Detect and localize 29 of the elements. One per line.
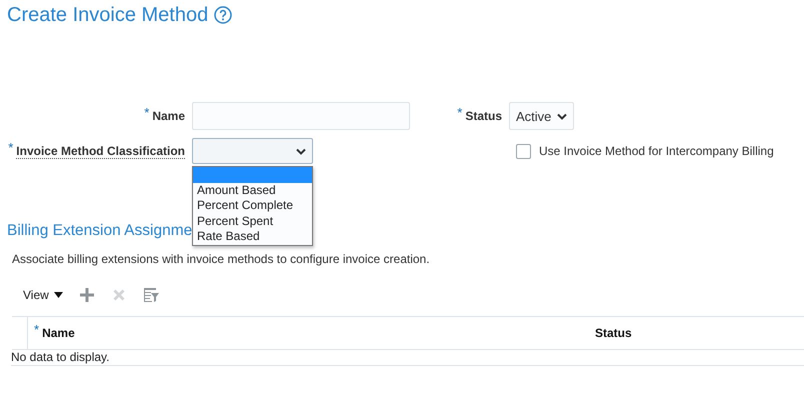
chevron-icon: [557, 112, 567, 120]
field-label: Status: [465, 108, 502, 124]
dropdown-option[interactable]: Percent Spent: [193, 214, 312, 229]
empty-message: No data to display.: [11, 350, 110, 364]
view-menu[interactable]: View: [23, 288, 63, 302]
checkbox[interactable]: [516, 144, 531, 158]
field-label: Name: [152, 108, 185, 124]
dropdown-option[interactable]: Amount Based: [193, 182, 312, 198]
column-header: Name: [42, 326, 75, 340]
table-filter-icon[interactable]: [142, 287, 159, 303]
section-title: Billing Extension Assignme: [7, 222, 192, 240]
required-mark: *: [34, 322, 40, 336]
chevron-icon: [296, 148, 306, 154]
status-dropdown[interactable]: Active: [509, 102, 574, 130]
name-input[interactable]: [192, 102, 410, 130]
page-title: Create Invoice Method: [7, 4, 208, 26]
help-icon[interactable]: [214, 6, 232, 24]
section-description: Associate billing extensions with invoice methods to configure invoice creation.: [12, 252, 431, 266]
required-mark: *: [457, 104, 462, 120]
checkbox-label: Use Invoice Method for Intercompany Billing: [539, 144, 774, 158]
field-label[interactable]: Invoice Method Classification: [16, 144, 185, 158]
plus-icon[interactable]: [78, 287, 95, 303]
required-mark: *: [8, 140, 14, 154]
classification-dropdown[interactable]: [192, 138, 313, 164]
column-header: Status: [595, 326, 632, 340]
caret-icon: [54, 292, 63, 298]
dropdown-option[interactable]: Rate Based: [193, 229, 312, 244]
dropdown-option[interactable]: Percent Complete: [193, 198, 312, 214]
required-mark: *: [144, 104, 150, 120]
